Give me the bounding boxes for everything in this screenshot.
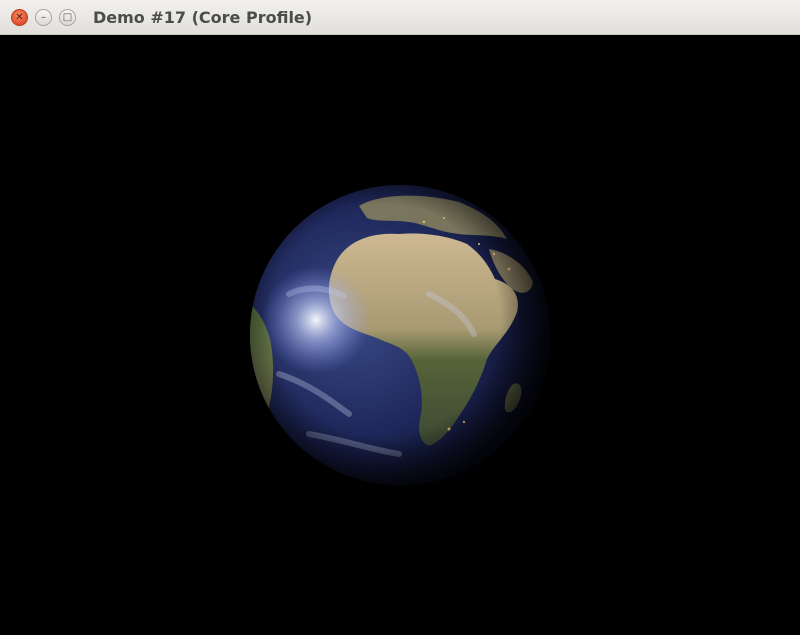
title-bar[interactable]: ✕ – □ Demo #17 (Core Profile)	[0, 0, 800, 35]
earth-globe	[250, 185, 550, 485]
window-title: Demo #17 (Core Profile)	[93, 8, 313, 27]
maximize-icon: □	[62, 12, 73, 23]
minimize-icon: –	[41, 12, 46, 23]
minimize-button[interactable]: –	[35, 9, 52, 26]
terminator-shade	[250, 185, 550, 485]
render-viewport[interactable]	[0, 35, 800, 635]
app-window: ✕ – □ Demo #17 (Core Profile)	[0, 0, 800, 635]
close-icon: ✕	[15, 12, 24, 23]
maximize-button[interactable]: □	[59, 9, 76, 26]
close-button[interactable]: ✕	[11, 9, 28, 26]
